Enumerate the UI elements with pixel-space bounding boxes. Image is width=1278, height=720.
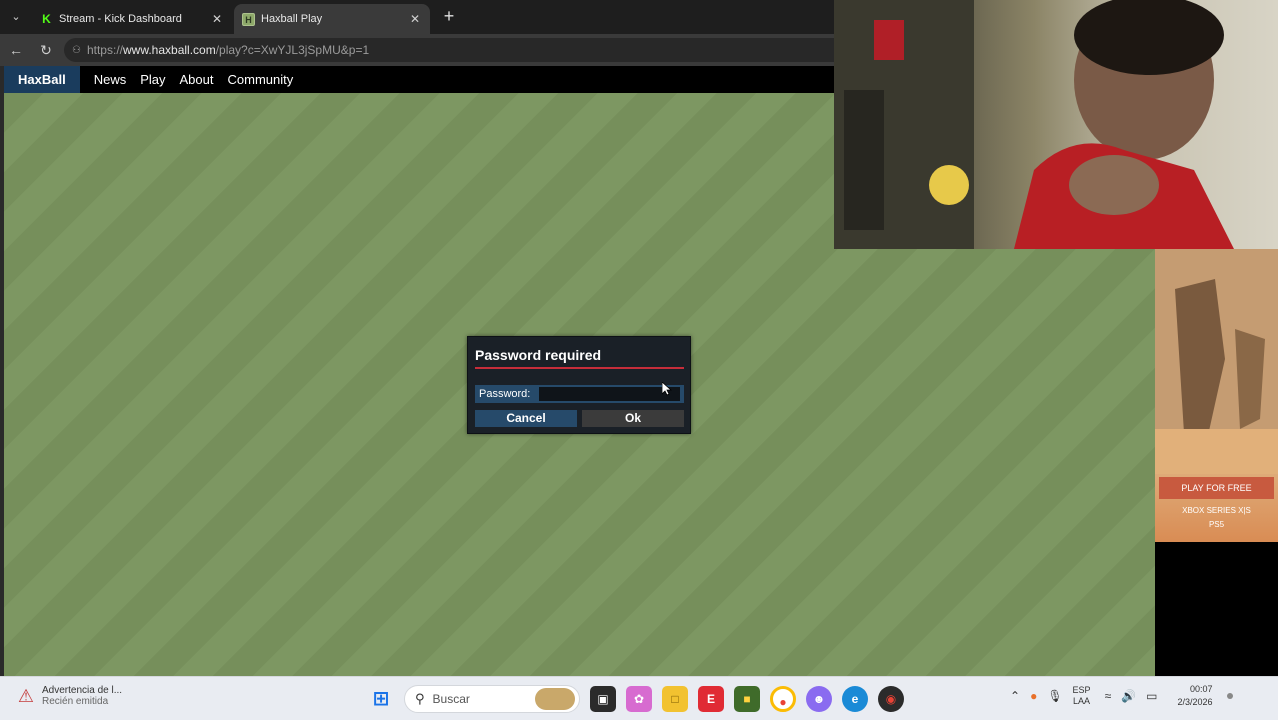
cancel-button[interactable]: Cancel bbox=[475, 410, 577, 427]
tab-list-chevron-icon[interactable]: ⌄ bbox=[6, 8, 26, 26]
wifi-icon[interactable]: ≈ bbox=[1105, 689, 1112, 703]
ad-empty-area bbox=[1155, 542, 1278, 676]
edge-icon[interactable]: e bbox=[842, 686, 868, 712]
dialog-title: Password required bbox=[475, 347, 602, 363]
tray-app-icon[interactable]: ● bbox=[1030, 689, 1037, 703]
url-text: https://www.haxball.com/play?c=XwYJL3jSp… bbox=[86, 43, 370, 57]
search-placeholder: Buscar bbox=[432, 692, 470, 706]
ad-platform-ps5: PS5 bbox=[1208, 520, 1225, 529]
taskbar-search[interactable]: ⚲ Buscar bbox=[404, 685, 580, 713]
language-code: ESP bbox=[1072, 685, 1091, 695]
discord-icon[interactable]: ☻ bbox=[806, 686, 832, 712]
file-explorer-icon[interactable]: □ bbox=[662, 686, 688, 712]
search-icon: ⚲ bbox=[415, 691, 425, 706]
new-tab-plus-icon[interactable]: + bbox=[440, 7, 458, 25]
task-view-icon[interactable]: ▣ bbox=[590, 686, 616, 712]
reload-icon[interactable]: ↻ bbox=[38, 42, 54, 58]
advertisement-banner[interactable]: PLAY FOR FREE XBOX SERIES X|S PS5 bbox=[1155, 249, 1278, 542]
notification-title: Advertencia de l... bbox=[42, 685, 123, 696]
warning-icon: ⚠ bbox=[17, 686, 35, 706]
password-input[interactable] bbox=[539, 387, 680, 401]
ad-platforms: XBOX SERIES X|S PS5 bbox=[1159, 504, 1274, 532]
notification-dot-icon[interactable] bbox=[1226, 693, 1233, 699]
back-arrow-icon[interactable]: ← bbox=[8, 42, 24, 58]
ad-platform-xbox: XBOX SERIES X|S bbox=[1182, 506, 1251, 515]
haxball-logo[interactable]: HaxBall bbox=[4, 66, 80, 93]
tab-title: Stream - Kick Dashboard bbox=[59, 13, 182, 25]
browser-toolbar: ← ↻ ⚇ https://www.haxball.com/play?c=XwY… bbox=[0, 34, 834, 66]
webcam-room-image bbox=[834, 0, 974, 249]
microphone-icon[interactable]: 🎙 bbox=[1047, 689, 1062, 703]
notification-widget[interactable]: ⚠ Advertencia de l... Recién emitida bbox=[16, 685, 122, 707]
tab-kick-dashboard[interactable]: K Stream - Kick Dashboard ✕ bbox=[32, 4, 232, 34]
webcam-overlay bbox=[834, 0, 1278, 249]
chevron-up-icon[interactable]: ⌃ bbox=[1010, 689, 1020, 703]
mouse-cursor-icon bbox=[662, 382, 672, 396]
kick-icon: K bbox=[40, 12, 53, 26]
nav-link-news[interactable]: News bbox=[94, 72, 127, 87]
ad-soldiers-image bbox=[1155, 249, 1278, 474]
nav-link-play[interactable]: Play bbox=[140, 72, 165, 87]
taskbar-apps: ⊞ ⚲ Buscar ▣ ✿ □ E ■ ● ☻ e ◉ bbox=[368, 685, 914, 713]
haxball-site-nav: HaxBall News Play About Community bbox=[0, 66, 834, 93]
site-info-icon[interactable]: ⚇ bbox=[72, 45, 81, 56]
password-label: Password: bbox=[479, 388, 531, 400]
nav-link-about[interactable]: About bbox=[180, 72, 214, 87]
nav-link-community[interactable]: Community bbox=[228, 72, 294, 87]
clock[interactable]: 00:07 2/3/2026 bbox=[1177, 683, 1212, 709]
volume-icon[interactable]: 🔊 bbox=[1121, 689, 1136, 703]
close-icon[interactable]: ✕ bbox=[210, 12, 224, 26]
windows-taskbar: ⚠ Advertencia de l... Recién emitida ⊞ ⚲… bbox=[0, 676, 1278, 720]
ok-button[interactable]: Ok bbox=[582, 410, 684, 427]
search-highlight-icon bbox=[535, 688, 575, 710]
address-bar[interactable]: ⚇ https://www.haxball.com/play?c=XwYJL3j… bbox=[64, 38, 834, 62]
chrome-icon[interactable]: ● bbox=[770, 686, 796, 712]
browser-tab-strip: ⌄ K Stream - Kick Dashboard ✕ H Haxball … bbox=[0, 0, 834, 34]
close-icon[interactable]: ✕ bbox=[408, 12, 422, 26]
minecraft-icon[interactable]: ■ bbox=[734, 686, 760, 712]
ad-play-for-free-button[interactable]: PLAY FOR FREE bbox=[1159, 477, 1274, 499]
clock-date: 2/3/2026 bbox=[1177, 697, 1213, 707]
haxball-icon: H bbox=[242, 12, 255, 26]
language-indicator[interactable]: ESP LAA bbox=[1073, 685, 1091, 707]
password-dialog: Password required Password: Cancel Ok bbox=[467, 336, 691, 434]
battery-icon[interactable]: ▭ bbox=[1146, 689, 1157, 703]
windows-start-icon[interactable]: ⊞ bbox=[368, 686, 394, 712]
password-row: Password: bbox=[475, 385, 684, 403]
tab-haxball-play[interactable]: H Haxball Play ✕ bbox=[234, 4, 430, 34]
notification-subtitle: Recién emitida bbox=[42, 696, 109, 707]
system-tray: ⌃ ● 🎙 ESP LAA ≈ 🔊 ▭ 00:07 2/3/2026 bbox=[1010, 683, 1233, 709]
keyboard-layout: LAA bbox=[1073, 696, 1091, 706]
dialog-title-divider bbox=[475, 367, 684, 369]
clock-time: 00:07 bbox=[1189, 684, 1213, 694]
webcam-person-image bbox=[1014, 0, 1234, 249]
obs-icon[interactable]: ◉ bbox=[878, 686, 904, 712]
copilot-icon[interactable]: ✿ bbox=[626, 686, 652, 712]
tab-title: Haxball Play bbox=[261, 13, 323, 25]
app-e-icon[interactable]: E bbox=[698, 686, 724, 712]
